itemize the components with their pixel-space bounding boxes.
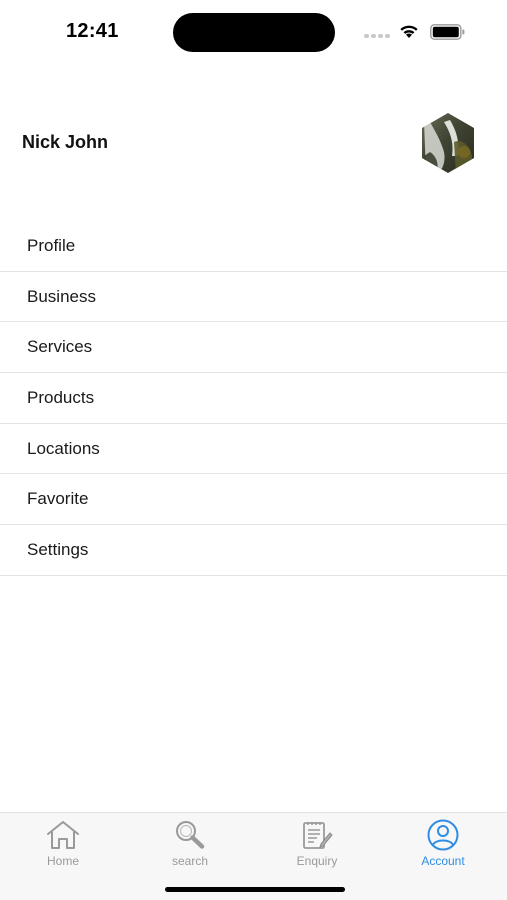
menu-item-services[interactable]: Services [0,322,507,374]
wifi-icon [400,25,418,38]
status-bar: 12:41 [0,0,507,64]
menu-item-business[interactable]: Business [0,272,507,323]
menu-list: Profile Business Services Products Locat… [0,221,507,576]
home-indicator[interactable] [165,887,345,892]
tab-account-label: Account [421,854,465,868]
status-time: 12:41 [66,20,119,42]
account-icon [427,819,459,851]
menu-item-settings[interactable]: Settings [0,525,507,576]
tab-home-label: Home [46,854,79,868]
menu-item-favorite[interactable]: Favorite [0,474,507,526]
enquiry-icon [303,822,333,849]
tab-bar: Home search Enquiry Account [0,812,507,900]
tab-enquiry-label: Enquiry [296,854,338,868]
tab-home[interactable]: Home [13,817,113,873]
profile-header: Nick John [0,100,507,190]
dynamic-island [173,13,335,52]
avatar[interactable] [420,112,476,174]
menu-item-products[interactable]: Products [0,373,507,424]
tab-enquiry[interactable]: Enquiry [267,817,367,873]
home-icon [47,821,79,849]
tab-search-label: search [171,854,209,868]
search-icon [176,821,205,849]
tab-account[interactable]: Account [393,817,493,873]
account-screen: 12:41 Nick John Profile Business Service… [0,0,507,900]
battery-icon [430,24,465,40]
menu-item-profile[interactable]: Profile [0,221,507,272]
tab-search[interactable]: search [140,817,240,873]
signal-dots-icon [364,34,390,38]
menu-item-locations[interactable]: Locations [0,424,507,475]
user-name: Nick John [22,132,109,152]
